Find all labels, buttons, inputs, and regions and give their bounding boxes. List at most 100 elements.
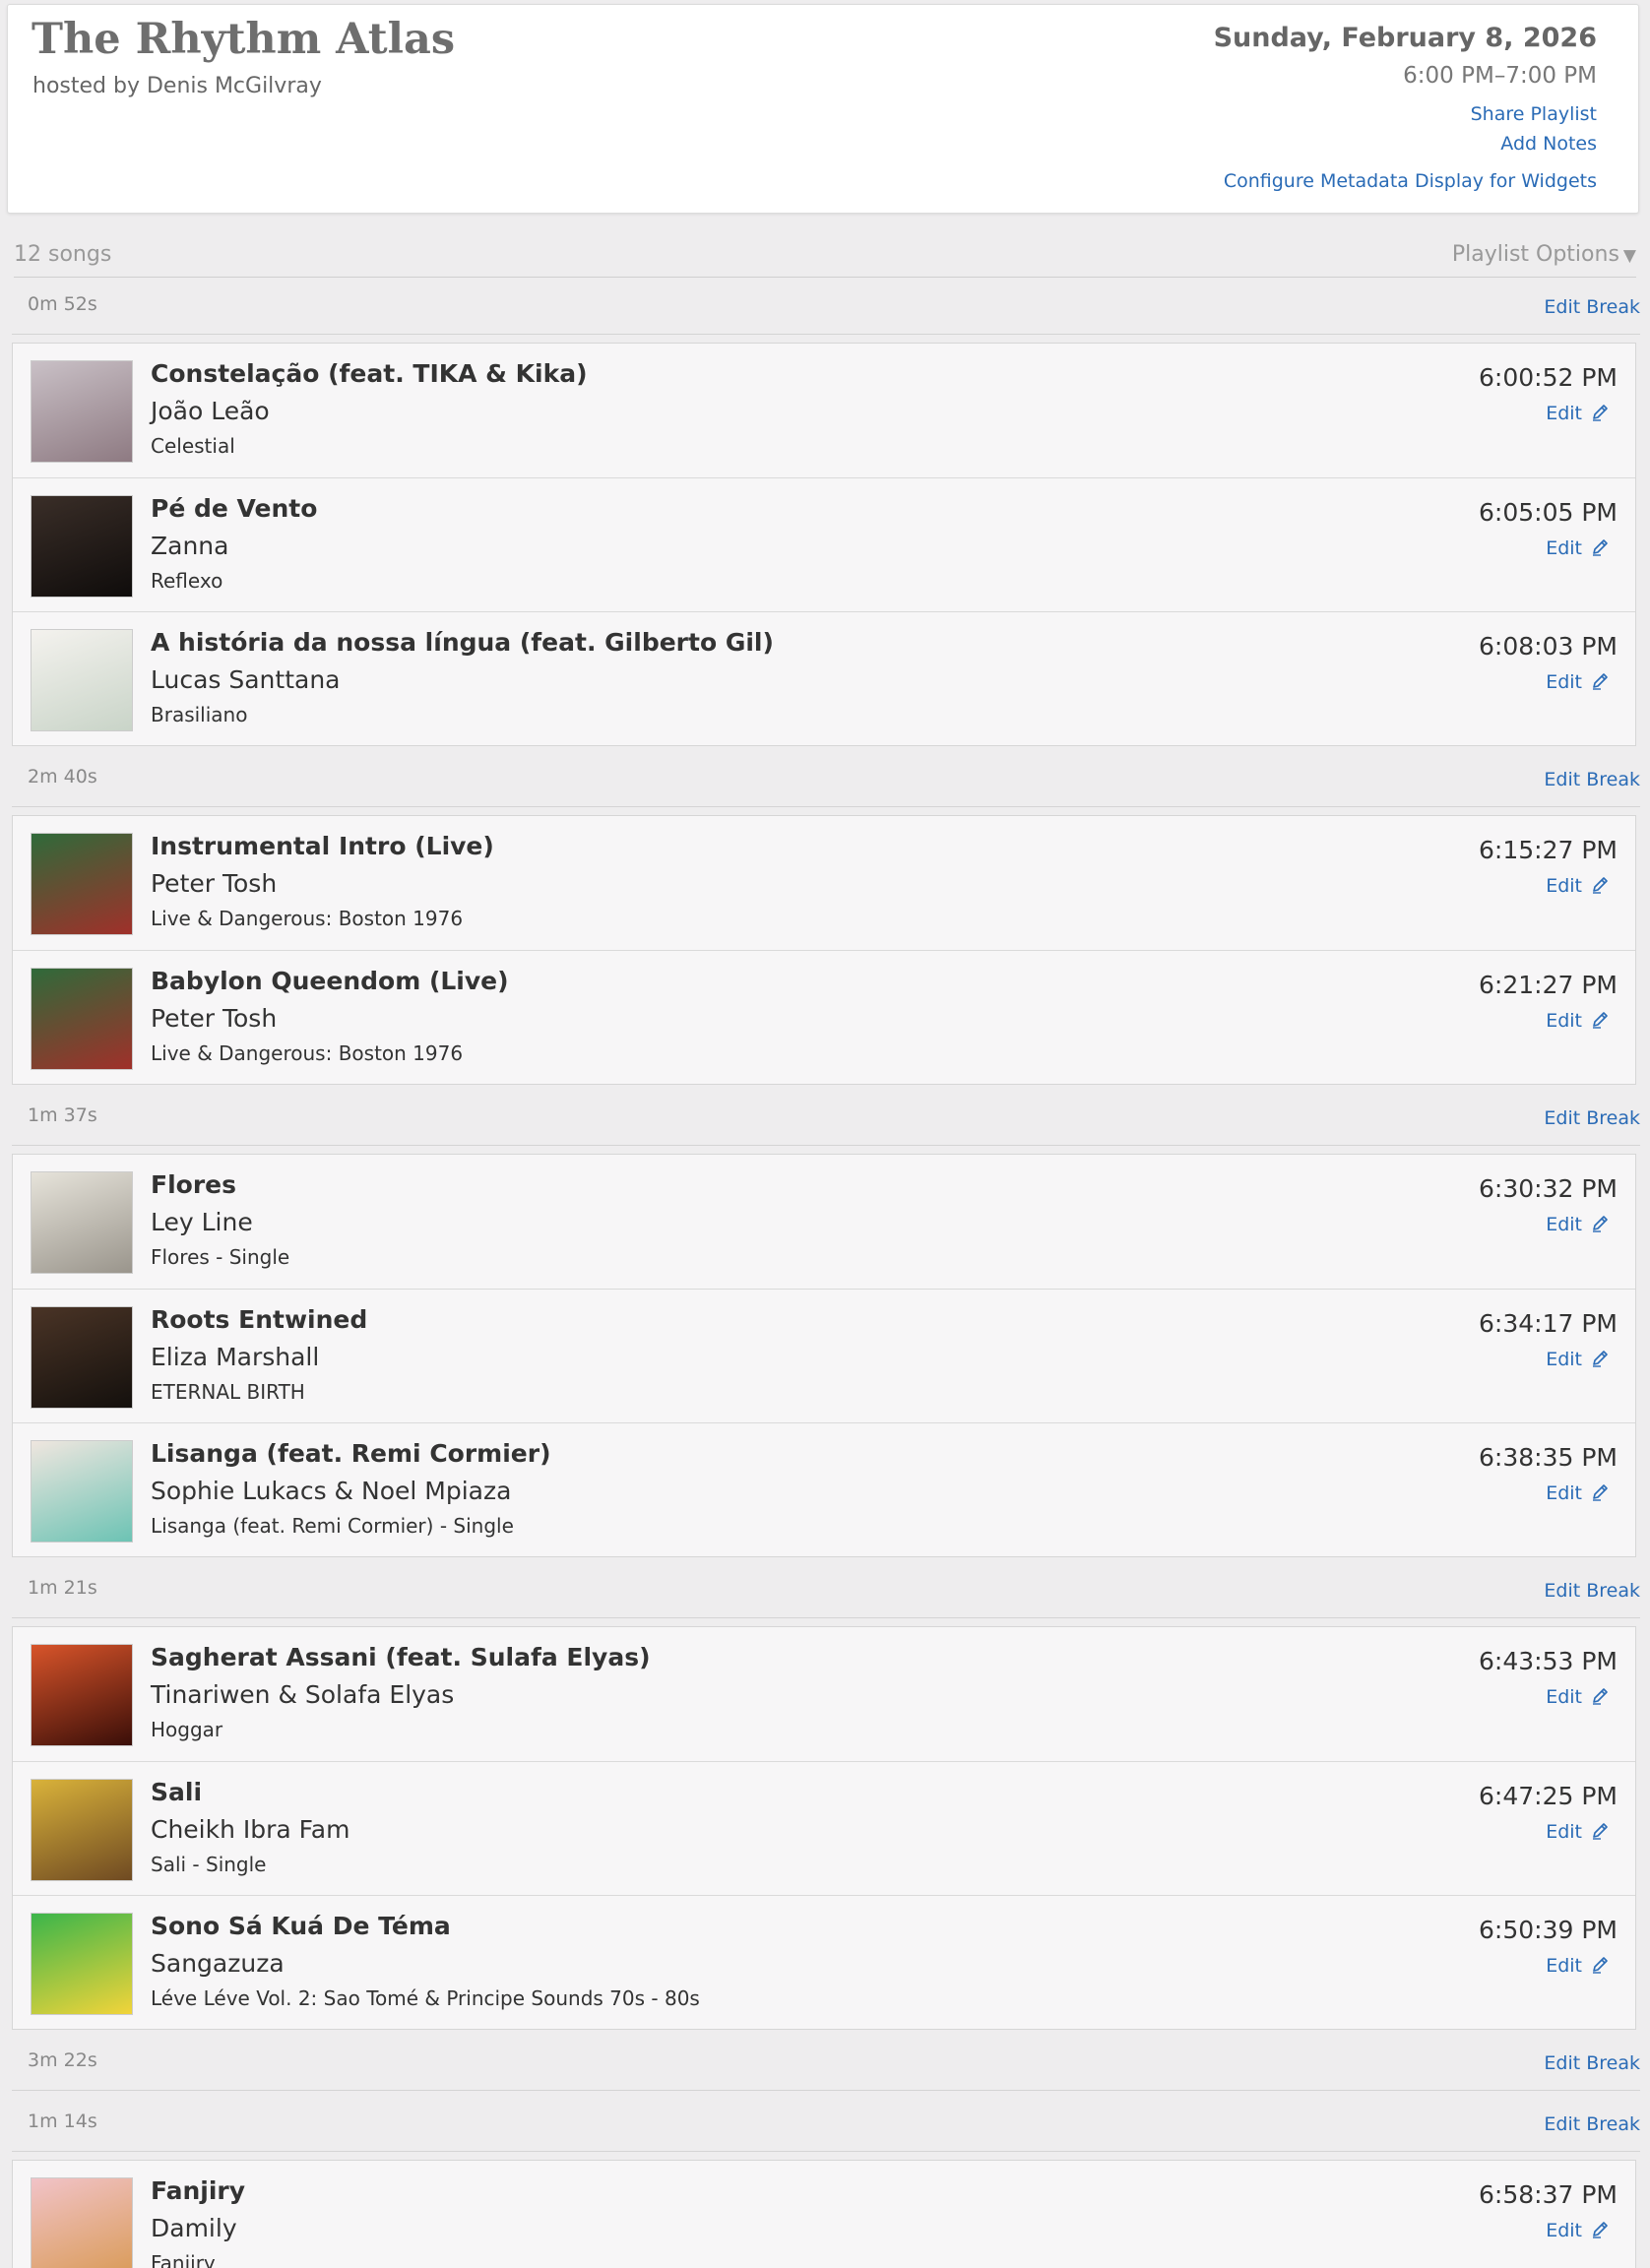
edit-label: Edit — [1546, 671, 1582, 693]
track-group: Constelação (feat. TIKA & Kika) João Leão… — [12, 343, 1636, 746]
edit-label: Edit — [1546, 1482, 1582, 1504]
break-row: 3m 22s Edit Break — [12, 2038, 1640, 2091]
track-artist: Peter Tosh — [151, 1004, 278, 1033]
edit-track-link[interactable]: Edit — [1546, 537, 1610, 559]
pencil-icon — [1582, 537, 1610, 559]
pencil-icon — [1582, 403, 1610, 424]
edit-break-link[interactable]: Edit Break — [1544, 2052, 1640, 2074]
track-row: Babylon Queendom (Live) Peter Tosh Live & … — [13, 950, 1635, 1084]
edit-track-link[interactable]: Edit — [1546, 1955, 1610, 1977]
edit-break-link[interactable]: Edit Break — [1544, 1107, 1640, 1129]
edit-break-link[interactable]: Edit Break — [1544, 1580, 1640, 1602]
track-artist: Tinariwen & Solafa Elyas — [151, 1680, 455, 1709]
pencil-icon — [1582, 1214, 1610, 1235]
track-album: Hoggar — [151, 1718, 223, 1741]
pencil-icon — [1582, 1686, 1610, 1708]
track-time: 6:30:32 PM — [1479, 1174, 1618, 1203]
pencil-icon — [1582, 1010, 1610, 1032]
edit-track-link[interactable]: Edit — [1546, 1482, 1610, 1504]
break-row: 1m 14s Edit Break — [12, 2099, 1640, 2152]
break-duration: 3m 22s — [28, 2049, 97, 2071]
edit-track-link[interactable]: Edit — [1546, 403, 1610, 424]
add-notes-link[interactable]: Add Notes — [1214, 133, 1597, 155]
show-date: Sunday, February 8, 2026 — [1213, 23, 1597, 53]
track-artist: Damily — [151, 2214, 237, 2242]
album-cover-image — [31, 629, 133, 731]
track-row: Instrumental Intro (Live) Peter Tosh Live … — [13, 816, 1635, 950]
track-artist: Peter Tosh — [151, 869, 278, 898]
configure-metadata-link[interactable]: Configure Metadata Display for Widgets — [1214, 170, 1597, 192]
edit-track-link[interactable]: Edit — [1546, 1821, 1610, 1843]
pencil-icon — [1582, 1349, 1610, 1370]
edit-track-link[interactable]: Edit — [1546, 1686, 1610, 1708]
track-artist: Sophie Lukacs & Noel Mpiaza — [151, 1477, 512, 1505]
edit-track-link[interactable]: Edit — [1546, 2220, 1610, 2241]
edit-track-link[interactable]: Edit — [1546, 1349, 1610, 1370]
track-title: Instrumental Intro (Live) — [151, 832, 494, 860]
track-album: Live & Dangerous: Boston 1976 — [151, 1041, 464, 1065]
edit-label: Edit — [1546, 1686, 1582, 1708]
break-row: 2m 40s Edit Break — [12, 754, 1640, 807]
album-cover-image — [31, 1644, 133, 1746]
track-album: Reflexo — [151, 569, 223, 593]
pencil-icon — [1582, 1482, 1610, 1504]
edit-break-link[interactable]: Edit Break — [1544, 769, 1640, 790]
track-time: 6:00:52 PM — [1479, 363, 1618, 392]
break-duration: 1m 21s — [28, 1577, 97, 1599]
track-artist: Lucas Santtana — [151, 665, 341, 694]
track-group: Flores Ley Line Flores - Single 6:30:32 PM E… — [12, 1154, 1636, 1557]
album-cover-image — [31, 968, 133, 1070]
album-cover-image — [31, 1779, 133, 1881]
track-artist: Ley Line — [151, 1208, 253, 1236]
track-row: Pé de Vento Zanna Reflexo 6:05:05 PM Edit — [13, 477, 1635, 611]
pencil-icon — [1582, 875, 1610, 897]
track-row: Sali Cheikh Ibra Fam Sali - Single 6:47:25 … — [13, 1761, 1635, 1895]
track-title: Flores — [151, 1170, 236, 1199]
track-row: A história da nossa língua (feat. Gilber… — [13, 611, 1635, 745]
track-album: ETERNAL BIRTH — [151, 1380, 305, 1404]
album-cover-art — [32, 361, 132, 462]
album-cover-art — [32, 969, 132, 1069]
break-duration: 2m 40s — [28, 766, 97, 788]
playlist-options-dropdown[interactable]: Playlist Options ▼ — [1452, 242, 1636, 267]
show-title: The Rhythm Atlas — [32, 15, 456, 64]
track-group: Instrumental Intro (Live) Peter Tosh Live … — [12, 815, 1636, 1085]
song-count: 12 songs — [14, 242, 112, 267]
track-time: 6:50:39 PM — [1479, 1916, 1618, 1944]
break-duration: 0m 52s — [28, 293, 97, 315]
break-row: 1m 37s Edit Break — [12, 1093, 1640, 1146]
playlist-options-label: Playlist Options — [1451, 242, 1619, 267]
track-time: 6:15:27 PM — [1479, 836, 1618, 864]
edit-track-link[interactable]: Edit — [1546, 1010, 1610, 1032]
track-time: 6:47:25 PM — [1479, 1782, 1618, 1810]
track-row: Sono Sá Kuá De Téma Sangazuza Léve Léve Vo… — [13, 1895, 1635, 2029]
edit-label: Edit — [1546, 2220, 1582, 2241]
track-time: 6:34:17 PM — [1479, 1309, 1618, 1338]
album-cover-image — [31, 495, 133, 598]
track-album: Celestial — [151, 434, 235, 458]
track-row: Fanjiry Damily Fanjiry 6:58:37 PM Edit — [13, 2161, 1635, 2268]
track-row: Constelação (feat. TIKA & Kika) João Leão… — [13, 344, 1635, 477]
edit-label: Edit — [1546, 1010, 1582, 1032]
album-cover-image — [31, 360, 133, 463]
track-title: Sagherat Assani (feat. Sulafa Elyas) — [151, 1643, 651, 1671]
edit-label: Edit — [1546, 403, 1582, 424]
track-artist: João Leão — [151, 397, 270, 425]
album-cover-art — [32, 2178, 132, 2268]
track-album: Sali - Single — [151, 1853, 267, 1876]
track-time: 6:05:05 PM — [1479, 498, 1618, 527]
track-title: A história da nossa língua (feat. Gilber… — [151, 628, 774, 657]
edit-break-link[interactable]: Edit Break — [1544, 2113, 1640, 2135]
track-title: Fanjiry — [151, 2176, 246, 2205]
track-group: Fanjiry Damily Fanjiry 6:58:37 PM Edit — [12, 2160, 1636, 2268]
album-cover-art — [32, 1172, 132, 1273]
track-album: Léve Léve Vol. 2: Sao Tomé & Principe So… — [151, 1986, 700, 2010]
track-title: Lisanga (feat. Remi Cormier) — [151, 1439, 551, 1468]
edit-break-link[interactable]: Edit Break — [1544, 296, 1640, 318]
edit-track-link[interactable]: Edit — [1546, 671, 1610, 693]
edit-track-link[interactable]: Edit — [1546, 1214, 1610, 1235]
edit-track-link[interactable]: Edit — [1546, 875, 1610, 897]
share-playlist-link[interactable]: Share Playlist — [1214, 103, 1597, 125]
break-duration: 1m 14s — [28, 2110, 97, 2132]
caret-down-icon: ▼ — [1622, 246, 1636, 266]
